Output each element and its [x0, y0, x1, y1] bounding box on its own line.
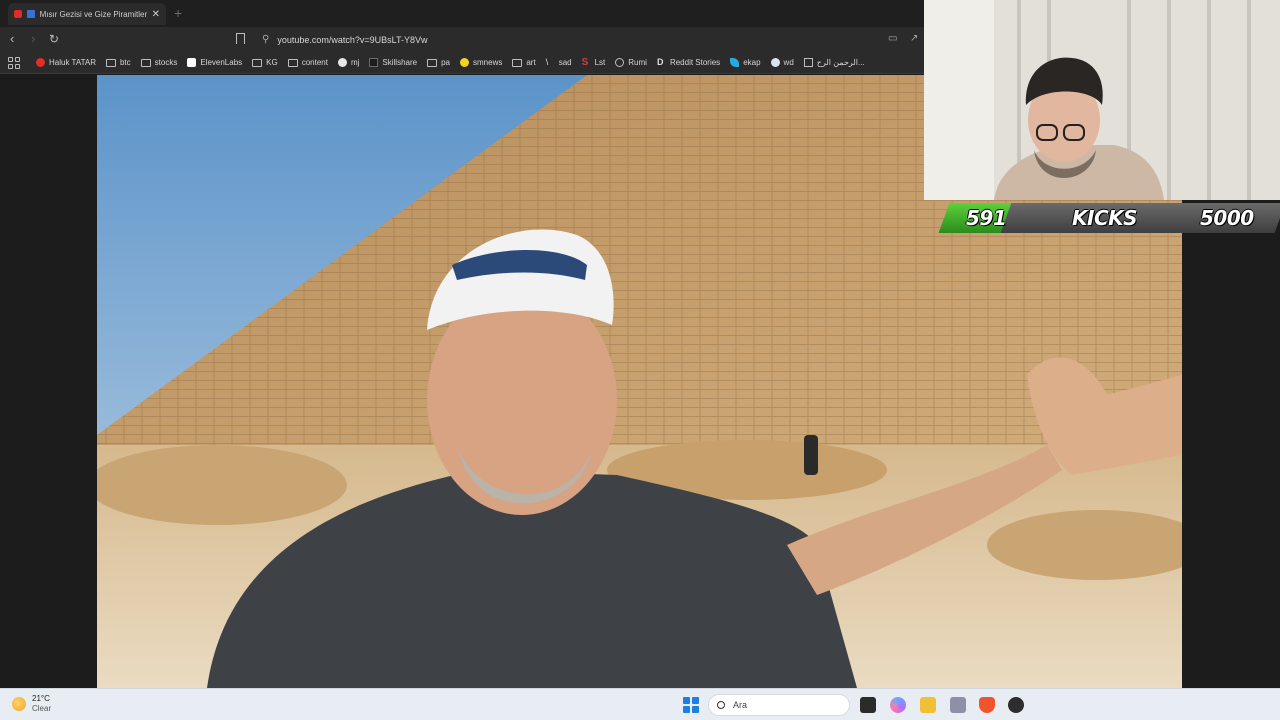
bookmark-item[interactable]: ekap [730, 58, 761, 67]
reload-icon[interactable]: ↻ [49, 32, 59, 46]
weather-condition: Clear [32, 704, 52, 713]
folder-icon [287, 58, 298, 67]
tab-title: Mısır Gezisi ve Gize Piramitleri [39, 9, 147, 19]
counter-current: 591 [966, 206, 1007, 230]
d-icon: D [656, 57, 664, 67]
bookmark-item[interactable]: smnews [460, 58, 502, 67]
bookmark-item[interactable]: Rumi [615, 58, 647, 67]
bookmark-item[interactable]: \ sad [545, 57, 572, 68]
bookmark-item[interactable]: pa [427, 58, 450, 67]
new-tab-button[interactable]: + [174, 5, 182, 21]
bookmark-item[interactable]: D Reddit Stories [656, 57, 720, 68]
copilot-icon[interactable] [890, 697, 906, 713]
folder-icon [512, 58, 523, 67]
bookmark-item[interactable]: KG [252, 58, 278, 67]
address-bar[interactable]: ⚲ youtube.com/watch?v=9UBsLT-Y8Vw [254, 30, 924, 49]
search-icon [717, 701, 725, 709]
screen: Mısır Gezisi ve Gize Piramitleri ✕ + ‹ ›… [0, 0, 1280, 720]
book-icon [803, 58, 813, 67]
taskbar-search[interactable]: Ara [708, 694, 850, 716]
globe-icon [615, 58, 625, 67]
bookmark-icon[interactable] [236, 33, 245, 44]
tab-strip: Mısır Gezisi ve Gize Piramitleri ✕ + [0, 0, 924, 27]
folder-icon [140, 58, 151, 67]
file-explorer-icon[interactable] [920, 697, 936, 713]
forward-icon[interactable]: › [31, 32, 35, 46]
weather-temperature: 21°C [32, 694, 50, 703]
youtube-icon [14, 10, 22, 18]
obs-icon[interactable] [1008, 697, 1024, 713]
s-icon: S [581, 57, 589, 68]
search-placeholder: Ara [733, 700, 748, 710]
bookmark-item[interactable]: Haluk TATAR [36, 58, 96, 67]
webcam-scene [924, 0, 1280, 200]
task-view-icon[interactable] [860, 697, 876, 713]
feather-icon: \ [545, 57, 549, 67]
github-icon [337, 58, 347, 67]
folder-icon [105, 58, 116, 67]
close-tab-icon[interactable]: ✕ [152, 9, 160, 20]
snipping-tool-icon[interactable] [950, 697, 966, 713]
webcam-feed [924, 0, 1280, 200]
bookmark-item[interactable]: S Lst [581, 57, 606, 68]
bookmarks-bar: Haluk TATAR btc stocks ElevenLabs KG con… [0, 52, 924, 74]
bookmark-item[interactable]: art [512, 58, 536, 67]
brave-browser-icon[interactable] [979, 697, 995, 713]
bookmark-item[interactable]: stocks [140, 58, 177, 67]
bird-icon [730, 58, 740, 67]
bookmark-item[interactable]: الرحمن الرح... [803, 58, 865, 67]
start-button[interactable] [683, 697, 699, 713]
bookmark-item[interactable]: btc [105, 58, 131, 67]
url-text: youtube.com/watch?v=9UBsLT-Y8Vw [277, 34, 428, 45]
kicks-counter: 591 KICKS 5000 [936, 201, 1280, 235]
windows-taskbar: 21°C Clear Ara [0, 688, 1280, 720]
folder-icon [427, 58, 438, 67]
cast-icon[interactable]: ▭ [888, 33, 897, 44]
bookmark-item[interactable]: ElevenLabs [187, 58, 242, 67]
elevenlabs-icon [187, 58, 197, 67]
share-icon[interactable]: ↗ [910, 33, 918, 44]
apps-icon[interactable] [8, 56, 20, 69]
weather-widget[interactable]: 21°C Clear [12, 694, 51, 714]
bookmark-item[interactable]: content [287, 58, 328, 67]
back-icon[interactable]: ‹ [10, 32, 14, 46]
site-info-icon[interactable]: ⚲ [262, 34, 269, 45]
browser-toolbar: ‹ › ↻ ⚲ youtube.com/watch?v=9UBsLT-Y8Vw … [0, 27, 924, 52]
circle-icon [770, 58, 780, 67]
counter-label: KICKS [1072, 206, 1138, 230]
counter-goal: 5000 [1200, 206, 1254, 230]
folder-icon [252, 58, 263, 67]
skillshare-icon [369, 58, 379, 67]
bookmark-item[interactable]: Skillshare [369, 58, 417, 67]
youtube-icon [36, 58, 45, 67]
bookmark-item[interactable]: mj [337, 58, 359, 67]
tab-youtube[interactable]: Mısır Gezisi ve Gize Piramitleri ✕ [8, 3, 166, 25]
emoji-icon [460, 58, 469, 67]
bookmark-item[interactable]: wd [770, 58, 794, 67]
weather-sun-icon [12, 697, 26, 711]
flag-icon [26, 10, 35, 18]
